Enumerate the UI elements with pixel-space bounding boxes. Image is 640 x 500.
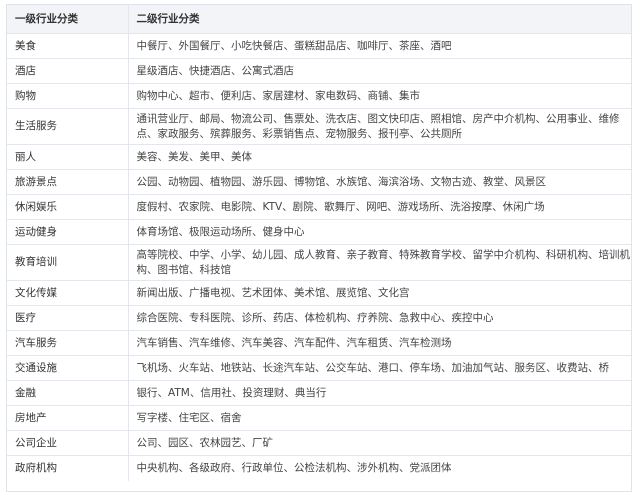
primary-category-cell: 公司企业 xyxy=(7,430,129,456)
secondary-category-cell: 写字楼、住宅区、宿舍 xyxy=(128,405,631,431)
table-row: 医疗 综合医院、专科医院、诊所、药店、体检机构、疗养院、急救中心、疾控中心 xyxy=(7,305,631,331)
primary-category-cell: 医疗 xyxy=(7,305,129,331)
primary-category-cell: 休闲娱乐 xyxy=(7,194,129,220)
primary-category-cell: 丽人 xyxy=(7,144,129,170)
secondary-category-cell: 度假村、农家院、电影院、KTV、剧院、歌舞厅、网吧、游戏场所、洗浴按摩、休闲广场 xyxy=(128,194,631,220)
secondary-category-cell: 购物中心、超市、便利店、家居建材、家电数码、商铺、集市 xyxy=(128,83,631,109)
table-row: 丽人 美容、美发、美甲、美体 xyxy=(7,144,631,170)
secondary-category-cell: 体育场馆、极限运动场所、健身中心 xyxy=(128,219,631,245)
primary-category-cell: 运动健身 xyxy=(7,219,129,245)
primary-category-cell: 汽车服务 xyxy=(7,330,129,356)
secondary-category-cell: 综合医院、专科医院、诊所、药店、体检机构、疗养院、急救中心、疾控中心 xyxy=(128,305,631,331)
table-row: 政府机构 中央机构、各级政府、行政单位、公检法机构、涉外机构、党派团体 xyxy=(7,455,631,481)
secondary-category-cell: 通讯营业厅、邮局、物流公司、售票处、洗衣店、图文快印店、照相馆、房产中介机构、公… xyxy=(128,108,631,145)
secondary-category-cell: 星级酒店、快捷酒店、公寓式酒店 xyxy=(128,58,631,84)
table-row: 金融 银行、ATM、信用社、投资理财、典当行 xyxy=(7,380,631,406)
header-primary-category: 一级行业分类 xyxy=(7,5,129,34)
primary-category-cell: 金融 xyxy=(7,380,129,406)
primary-category-cell: 美食 xyxy=(7,33,129,59)
header-secondary-category: 二级行业分类 xyxy=(128,5,631,34)
primary-category-cell: 政府机构 xyxy=(7,455,129,481)
secondary-category-cell: 公司、园区、农林园艺、厂矿 xyxy=(128,430,631,456)
table-row: 酒店 星级酒店、快捷酒店、公寓式酒店 xyxy=(7,58,631,84)
secondary-category-cell: 美容、美发、美甲、美体 xyxy=(128,144,631,170)
table-header: 一级行业分类 二级行业分类 xyxy=(7,5,631,34)
primary-category-cell: 购物 xyxy=(7,83,129,109)
secondary-category-cell: 飞机场、火车站、地铁站、长途汽车站、公交车站、港口、停车场、加油加气站、服务区、… xyxy=(128,355,631,381)
table-row: 运动健身 体育场馆、极限运动场所、健身中心 xyxy=(7,219,631,245)
primary-category-cell: 生活服务 xyxy=(7,108,129,145)
table-row: 生活服务 通讯营业厅、邮局、物流公司、售票处、洗衣店、图文快印店、照相馆、房产中… xyxy=(7,108,631,145)
secondary-category-cell: 高等院校、中学、小学、幼儿园、成人教育、亲子教育、特殊教育学校、留学中介机构、科… xyxy=(128,244,631,281)
table-row: 文化传媒 新闻出版、广播电视、艺术团体、美术馆、展览馆、文化宫 xyxy=(7,280,631,306)
primary-category-cell: 旅游景点 xyxy=(7,169,129,195)
table-row: 交通设施 飞机场、火车站、地铁站、长途汽车站、公交车站、港口、停车场、加油加气站… xyxy=(7,355,631,381)
table-row: 旅游景点 公园、动物园、植物园、游乐园、博物馆、水族馆、海滨浴场、文物古迹、教堂… xyxy=(7,169,631,195)
primary-category-cell: 酒店 xyxy=(7,58,129,84)
industry-classification-table: 一级行业分类 二级行业分类 美食 中餐厅、外国餐厅、小吃快餐店、蛋糕甜品店、咖啡… xyxy=(7,5,631,481)
industry-classification-table-container: 一级行业分类 二级行业分类 美食 中餐厅、外国餐厅、小吃快餐店、蛋糕甜品店、咖啡… xyxy=(6,4,632,492)
secondary-category-cell: 中央机构、各级政府、行政单位、公检法机构、涉外机构、党派团体 xyxy=(136,461,452,474)
primary-category-cell: 教育培训 xyxy=(7,244,129,281)
table-body: 美食 中餐厅、外国餐厅、小吃快餐店、蛋糕甜品店、咖啡厅、茶座、酒吧 酒店 星级酒… xyxy=(7,33,631,481)
table-row: 休闲娱乐 度假村、农家院、电影院、KTV、剧院、歌舞厅、网吧、游戏场所、洗浴按摩… xyxy=(7,194,631,220)
secondary-category-cell: 汽车销售、汽车维修、汽车美容、汽车配件、汽车租赁、汽车检测场 xyxy=(128,330,631,356)
table-row: 汽车服务 汽车销售、汽车维修、汽车美容、汽车配件、汽车租赁、汽车检测场 xyxy=(7,330,631,356)
table-row: 美食 中餐厅、外国餐厅、小吃快餐店、蛋糕甜品店、咖啡厅、茶座、酒吧 xyxy=(7,33,631,59)
table-row: 教育培训 高等院校、中学、小学、幼儿园、成人教育、亲子教育、特殊教育学校、留学中… xyxy=(7,244,631,281)
header-row: 一级行业分类 二级行业分类 xyxy=(7,5,631,34)
table-row: 购物 购物中心、超市、便利店、家居建材、家电数码、商铺、集市 xyxy=(7,83,631,109)
primary-category-cell: 文化传媒 xyxy=(7,280,129,306)
secondary-category-cell: 新闻出版、广播电视、艺术团体、美术馆、展览馆、文化宫 xyxy=(128,280,631,306)
table-row: 房地产 写字楼、住宅区、宿舍 xyxy=(7,405,631,431)
secondary-category-cell: 银行、ATM、信用社、投资理财、典当行 xyxy=(128,380,631,406)
secondary-category-cell: 中餐厅、外国餐厅、小吃快餐店、蛋糕甜品店、咖啡厅、茶座、酒吧 xyxy=(128,33,631,59)
secondary-category-cell: 公园、动物园、植物园、游乐园、博物馆、水族馆、海滨浴场、文物古迹、教堂、风景区 xyxy=(128,169,631,195)
primary-category-cell: 交通设施 xyxy=(7,355,129,381)
table-row: 公司企业 公司、园区、农林园艺、厂矿 xyxy=(7,430,631,456)
primary-category-cell: 房地产 xyxy=(7,405,129,431)
